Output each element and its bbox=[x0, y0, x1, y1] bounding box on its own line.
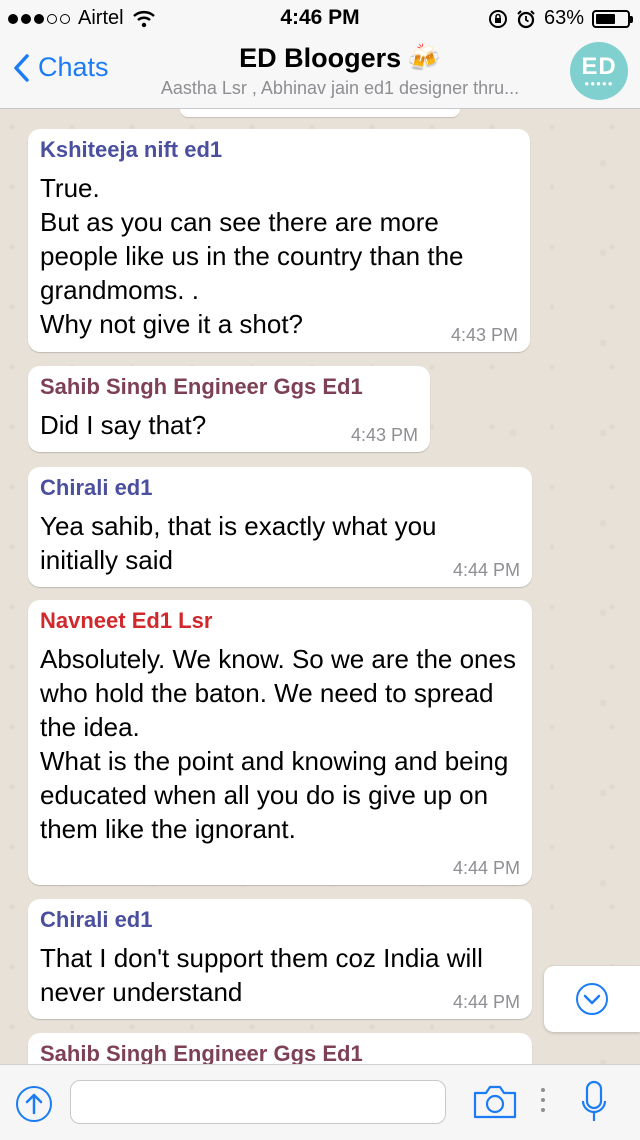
message-text: Absolutely. We know. So we are the ones … bbox=[40, 644, 516, 844]
message-sender: Chirali ed1 bbox=[40, 907, 153, 932]
message-sender: Sahib Singh Engineer Ggs Ed1 bbox=[40, 1041, 363, 1064]
chevron-left-icon bbox=[14, 53, 29, 82]
message-time: 4:43 PM bbox=[350, 425, 418, 445]
group-avatar[interactable]: ED ●●●●● bbox=[570, 42, 628, 100]
message-bubble[interactable]: Chirali ed1 That I don't support them co… bbox=[28, 899, 532, 1019]
chat-header: Chats ED Bloogers 🍻 Aastha Lsr , Abhinav… bbox=[0, 36, 640, 109]
status-right: 63% bbox=[488, 7, 633, 30]
message-text: That I don't support them coz India will… bbox=[40, 943, 483, 1007]
message-sender: Navneet Ed1 Lsr bbox=[40, 608, 213, 633]
message-time: 4:44 PM bbox=[452, 560, 520, 580]
message-time: 4:44 PM bbox=[452, 992, 520, 1012]
status-bar: Airtel 4:46 PM 63% bbox=[0, 0, 640, 36]
message-sender: Chirali ed1 bbox=[40, 475, 153, 500]
battery-percent: 63% bbox=[543, 7, 584, 29]
camera-icon bbox=[473, 1085, 517, 1119]
microphone-icon bbox=[581, 1080, 607, 1121]
message-text: True. But as you can see there are more … bbox=[40, 173, 464, 339]
camera-button[interactable] bbox=[472, 1084, 518, 1125]
vertical-dots-icon bbox=[541, 1088, 545, 1112]
chat-title-area[interactable]: ED Bloogers 🍻 Aastha Lsr , Abhinav jain … bbox=[125, 42, 555, 99]
message-bubble[interactable]: Sahib Singh Engineer Ggs Ed1 bbox=[28, 1033, 532, 1064]
previous-message-edge bbox=[180, 109, 460, 117]
message-sender: Sahib Singh Engineer Ggs Ed1 bbox=[40, 374, 363, 399]
back-button[interactable]: Chats bbox=[12, 52, 109, 83]
message-time: 4:44 PM bbox=[452, 858, 520, 878]
group-title: ED Bloogers 🍻 bbox=[239, 42, 441, 74]
avatar-logo-text: ED bbox=[581, 52, 617, 80]
chevron-down-circle-icon bbox=[576, 983, 608, 1015]
message-composer bbox=[0, 1064, 640, 1140]
message-bubble[interactable]: Chirali ed1 Yea sahib, that is exactly w… bbox=[28, 467, 532, 587]
beer-mugs-icon: 🍻 bbox=[407, 43, 441, 73]
battery-icon bbox=[592, 9, 633, 28]
microphone-button[interactable] bbox=[580, 1079, 608, 1130]
alarm-icon bbox=[517, 9, 535, 28]
group-members: Aastha Lsr , Abhinav jain ed1 designer t… bbox=[160, 78, 520, 98]
message-text: Yea sahib, that is exactly what you init… bbox=[40, 511, 437, 575]
message-input[interactable] bbox=[70, 1080, 446, 1124]
message-bubble[interactable]: Kshiteeja nift ed1 True. But as you can … bbox=[28, 129, 530, 352]
message-sender: Kshiteeja nift ed1 bbox=[40, 137, 223, 162]
message-bubble[interactable]: Navneet Ed1 Lsr Absolutely. We know. So … bbox=[28, 600, 532, 885]
rotation-lock-icon bbox=[488, 9, 507, 28]
scroll-to-bottom-button[interactable] bbox=[544, 966, 640, 1032]
message-time: 4:43 PM bbox=[450, 325, 518, 345]
avatar-logo-dots: ●●●●● bbox=[584, 78, 614, 88]
message-list[interactable]: Kshiteeja nift ed1 True. But as you can … bbox=[0, 109, 640, 1064]
message-bubble[interactable]: Sahib Singh Engineer Ggs Ed1 Did I say t… bbox=[28, 366, 430, 452]
back-label: Chats bbox=[38, 52, 109, 82]
attach-button[interactable] bbox=[14, 1084, 54, 1129]
group-name: ED Bloogers bbox=[239, 42, 402, 73]
upload-arrow-icon bbox=[16, 1086, 52, 1122]
